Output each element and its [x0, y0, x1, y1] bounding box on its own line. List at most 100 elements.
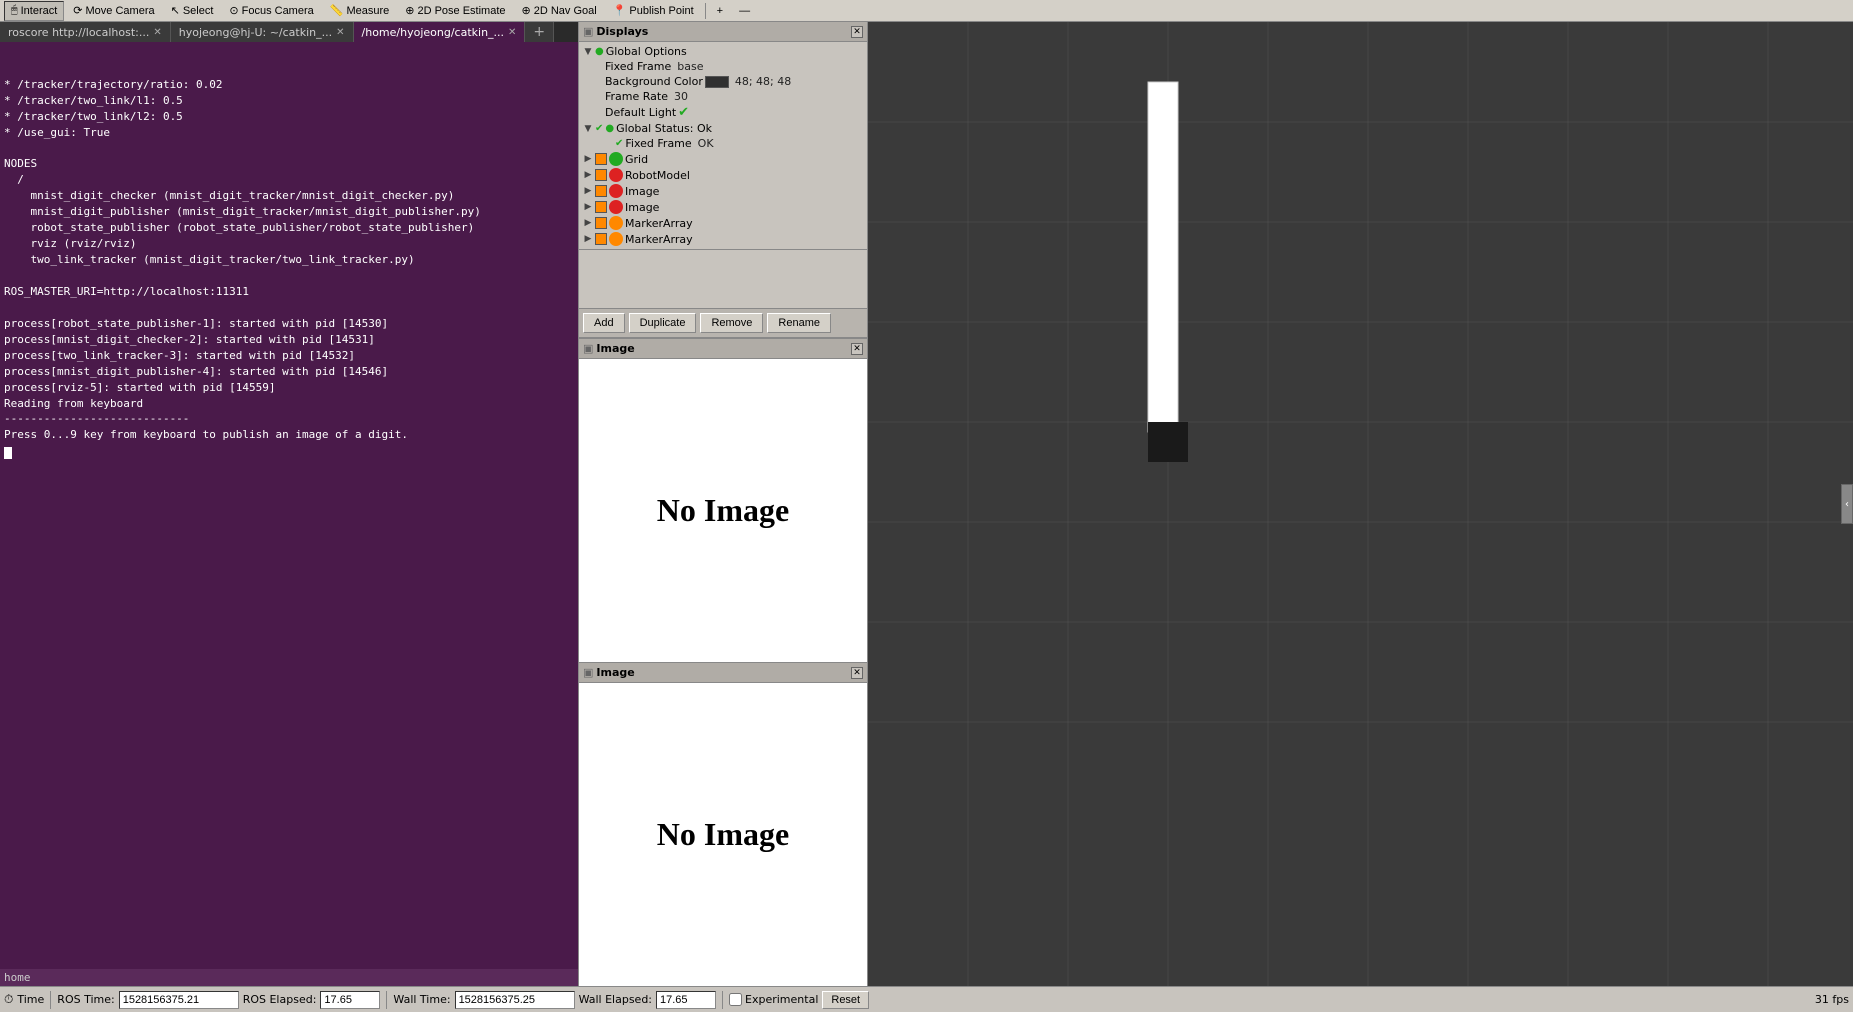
focus-camera-icon: ⊙: [229, 4, 238, 17]
image-panel-2-icon: ▣: [583, 666, 593, 679]
terminal-tab-2[interactable]: hyojeong@hj-U: ~/catkin_... ✕: [171, 22, 354, 42]
frame-rate-row[interactable]: Frame Rate 30: [579, 89, 867, 104]
bg-color-label: Background Color: [605, 75, 703, 88]
global-status-icon: ●: [605, 123, 614, 134]
image-panel-2-label: Image: [596, 666, 634, 679]
terminal-tab-1[interactable]: roscore http://localhost:... ✕: [0, 22, 171, 42]
wall-elapsed-input[interactable]: [656, 991, 716, 1009]
terminal-line: mnist_digit_checker (mnist_digit_tracker…: [4, 188, 574, 204]
terminal-line: process[mnist_digit_checker-2]: started …: [4, 332, 574, 348]
displays-close-button[interactable]: ✕: [851, 26, 863, 38]
global-status-fixed-frame-row[interactable]: ✔ Fixed Frame OK: [579, 136, 867, 151]
bg-color-value: 48; 48; 48: [735, 75, 791, 88]
wall-elapsed-label: Wall Elapsed:: [579, 993, 652, 1006]
terminal-tabs: roscore http://localhost:... ✕ hyojeong@…: [0, 22, 578, 42]
nav-goal-icon: ⊕: [522, 4, 531, 17]
plus-button[interactable]: +: [710, 1, 730, 21]
terminal-line: * /tracker/two_link/l1: 0.5: [4, 93, 574, 109]
remove-button[interactable]: Remove: [700, 313, 763, 333]
select-icon: ↖: [171, 4, 180, 17]
select-button[interactable]: ↖ Select: [164, 1, 221, 21]
displays-buttons-row: Add Duplicate Remove Rename: [579, 309, 867, 337]
add-tab-icon: +: [533, 24, 545, 40]
frame-rate-value: 30: [674, 90, 688, 103]
tab3-close-icon[interactable]: ✕: [508, 27, 516, 38]
minus-button[interactable]: —: [732, 1, 757, 21]
robotmodel-checkbox[interactable]: [595, 169, 607, 181]
focus-camera-button[interactable]: ⊙ Focus Camera: [222, 1, 320, 21]
markerarray1-item[interactable]: ▶ MarkerArray: [579, 215, 867, 231]
publish-point-button[interactable]: 📍 Publish Point: [606, 1, 701, 21]
image-panel-2-titlebar: ▣ Image ✕: [579, 663, 867, 683]
terminal-line: process[mnist_digit_publisher-4]: starte…: [4, 364, 574, 380]
terminal-line: [4, 268, 574, 284]
tab1-close-icon[interactable]: ✕: [153, 27, 161, 38]
nav-goal-label: 2D Nav Goal: [534, 5, 597, 17]
reset-button[interactable]: Reset: [822, 991, 869, 1009]
new-tab-button[interactable]: +: [525, 22, 554, 42]
markerarray1-checkbox[interactable]: [595, 217, 607, 229]
rviz-3d-view[interactable]: ‹: [868, 22, 1853, 986]
nav-goal-button[interactable]: ⊕ 2D Nav Goal: [515, 1, 604, 21]
pose-estimate-icon: ⊕: [405, 4, 414, 17]
experimental-checkbox[interactable]: [729, 993, 742, 1006]
global-status-item[interactable]: ▼ ✔ ● Global Status: Ok: [579, 121, 867, 136]
default-light-label: Default Light: [605, 106, 676, 119]
pose-estimate-button[interactable]: ⊕ 2D Pose Estimate: [398, 1, 512, 21]
terminal-line: Press 0...9 key from keyboard to publish…: [4, 427, 574, 443]
image-panel-2-close[interactable]: ✕: [851, 667, 863, 679]
interact-button[interactable]: 🖱 Interact: [4, 1, 64, 21]
grid-item[interactable]: ▶ Grid: [579, 151, 867, 167]
image-panel-1-close[interactable]: ✕: [851, 343, 863, 355]
markerarray2-icon: [609, 232, 623, 246]
markerarray2-checkbox[interactable]: [595, 233, 607, 245]
wall-time-input[interactable]: [455, 991, 575, 1009]
terminal-cursor-line: [4, 443, 574, 459]
image2-item[interactable]: ▶ Image: [579, 199, 867, 215]
markerarray2-item[interactable]: ▶ MarkerArray: [579, 231, 867, 247]
image-panel-1-title: ▣ Image: [583, 342, 635, 355]
grid-label: Grid: [625, 153, 648, 166]
markerarray2-expand: ▶: [583, 234, 593, 244]
terminal-tab-3[interactable]: /home/hyojeong/catkin_... ✕: [354, 22, 526, 42]
tab2-close-icon[interactable]: ✕: [336, 27, 344, 38]
fixed-frame-row[interactable]: Fixed Frame base: [579, 59, 867, 74]
image-panel-1-titlebar: ▣ Image ✕: [579, 339, 867, 359]
add-button[interactable]: Add: [583, 313, 625, 333]
grid-checkbox[interactable]: [595, 153, 607, 165]
image1-checkbox[interactable]: [595, 185, 607, 197]
terminal-line: ----------------------------: [4, 411, 574, 427]
rename-button[interactable]: Rename: [767, 313, 831, 333]
global-options-item[interactable]: ▼ ● Global Options: [579, 44, 867, 59]
gs-ff-value: OK: [698, 137, 714, 150]
bg-color-row[interactable]: Background Color 48; 48; 48: [579, 74, 867, 89]
default-light-row[interactable]: Default Light ✔: [579, 104, 867, 121]
experimental-checkbox-label[interactable]: Experimental: [729, 993, 818, 1006]
markerarray1-label: MarkerArray: [625, 217, 693, 230]
terminal-line: robot_state_publisher (robot_state_publi…: [4, 220, 574, 236]
bg-color-swatch: [705, 76, 729, 88]
displays-icon: ▣: [583, 25, 593, 38]
rviz-collapse-button[interactable]: ‹: [1841, 484, 1853, 524]
measure-button[interactable]: 📏 Measure: [323, 1, 397, 21]
robot-model-item[interactable]: ▶ RobotModel: [579, 167, 867, 183]
global-status-label: Global Status: Ok: [616, 122, 712, 135]
terminal-line: process[rviz-5]: started with pid [14559…: [4, 380, 574, 396]
tab3-label: /home/hyojeong/catkin_...: [362, 26, 505, 39]
move-camera-button[interactable]: ⟳ Move Camera: [66, 1, 161, 21]
terminal-line: * /tracker/trajectory/ratio: 0.02: [4, 77, 574, 93]
ros-elapsed-input[interactable]: [320, 991, 380, 1009]
status-sep-1: [50, 991, 51, 1009]
move-camera-icon: ⟳: [73, 4, 82, 17]
image2-icon: [609, 200, 623, 214]
robotmodel-icon: [609, 168, 623, 182]
image2-checkbox[interactable]: [595, 201, 607, 213]
global-options-label: Global Options: [606, 45, 687, 58]
tree-area: ▼ ● Global Options Fixed Frame base Back…: [579, 42, 867, 249]
image1-icon: [609, 184, 623, 198]
fixed-frame-value: base: [677, 60, 703, 73]
ros-time-input[interactable]: [119, 991, 239, 1009]
image1-item[interactable]: ▶ Image: [579, 183, 867, 199]
duplicate-button[interactable]: Duplicate: [629, 313, 697, 333]
image-panel-2-content: No Image: [579, 683, 867, 986]
